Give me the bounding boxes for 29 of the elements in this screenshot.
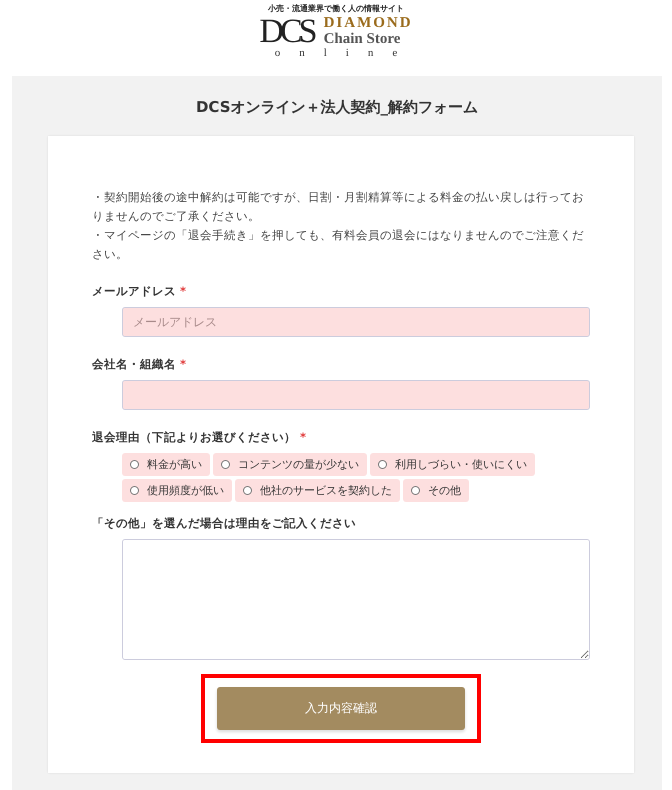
field-label: 「その他」を選んだ場合は理由をご記入ください <box>92 516 356 531</box>
radio-option[interactable]: コンテンツの量が少ない <box>213 453 367 476</box>
input-field[interactable]: メールアドレス <box>122 307 590 337</box>
required-mark: * <box>180 284 186 299</box>
form-title: DCSオンライン＋法人契約_解約フォーム <box>194 98 480 118</box>
radio-button[interactable] <box>130 460 139 469</box>
radio-button[interactable] <box>130 486 139 495</box>
required-mark: * <box>300 430 306 445</box>
radio-option[interactable]: 他社のサービスを契約した <box>235 479 400 502</box>
logo-text: Chain Store <box>324 31 402 47</box>
notice-text: ・契約開始後の途中解約は可能ですが、日割・月割精算等による料金の払い戻しは行っておりませんのでご了承ください。 <box>92 189 585 225</box>
radio-option[interactable]: 料金が高い <box>122 453 210 476</box>
radio-button[interactable] <box>378 460 387 469</box>
logo-mark: DCS <box>259 16 314 46</box>
radio-button[interactable] <box>221 460 230 469</box>
required-mark: * <box>180 357 186 372</box>
radio-button[interactable] <box>411 486 420 495</box>
field-label: メールアドレス <box>92 284 176 299</box>
radio-button[interactable] <box>243 486 252 495</box>
logo-text: DIAMOND <box>324 16 413 31</box>
field-label: 会社名・組織名 <box>92 357 176 372</box>
field-label: 退会理由（下記よりお選びください） <box>92 430 296 445</box>
notice-text: ・マイページの「退会手続き」を押しても、有料会員の退会にはなりませんのでご注意ください。 <box>92 227 585 263</box>
tagline: 小売・流通業界で働く人の情報サイト <box>268 3 404 14</box>
logo-text: online <box>274 47 416 59</box>
radio-option[interactable]: 利用しづらい・使いにくい <box>370 453 535 476</box>
input-field[interactable] <box>122 380 590 410</box>
radio-option[interactable]: 使用頻度が低い <box>122 479 232 502</box>
radio-option[interactable]: その他 <box>403 479 469 502</box>
